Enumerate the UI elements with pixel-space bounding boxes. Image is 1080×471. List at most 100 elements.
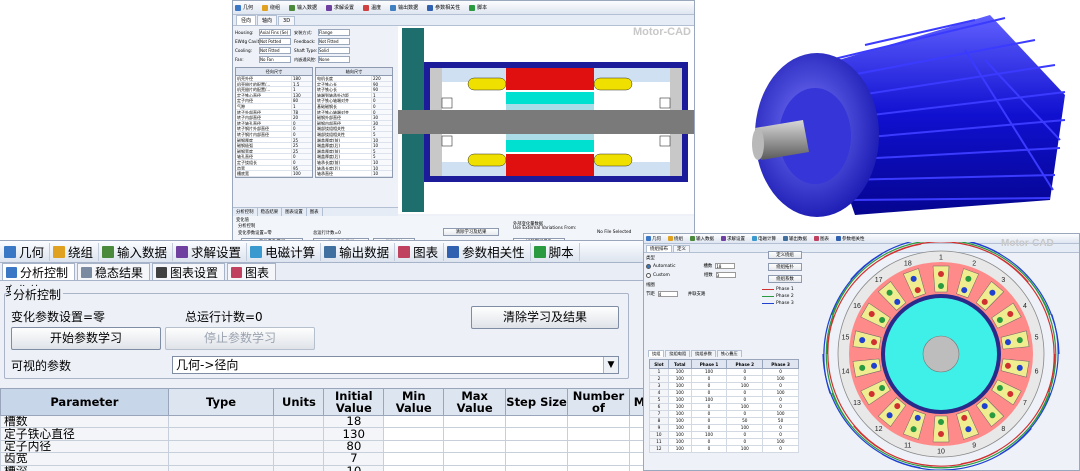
param-name-cell[interactable]: 槽数 <box>0 414 169 429</box>
dimension-value[interactable]: 25 <box>292 137 312 143</box>
grid-cell[interactable]: 130 <box>323 427 385 441</box>
table-row[interactable]: 槽数 18 <box>0 414 650 429</box>
slot-cell[interactable]: 100 <box>667 403 692 411</box>
table-row[interactable]: 定子内径 80 <box>0 439 650 454</box>
tab-settings[interactable]: 图表设置 <box>152 263 226 280</box>
slot-cell[interactable]: 0 <box>762 396 799 404</box>
right-toolbar-item[interactable]: 几何 <box>646 236 661 242</box>
dimension-value[interactable]: 10 <box>372 171 392 176</box>
grid-cell[interactable] <box>567 464 630 471</box>
grid-cell[interactable] <box>273 452 325 466</box>
dimension-value[interactable]: 30 <box>372 115 392 120</box>
grid-cell[interactable] <box>167 439 275 454</box>
grid-cell[interactable] <box>273 427 325 441</box>
dimension-value[interactable]: 5 <box>372 148 392 154</box>
slot-row[interactable]: 11 100 0 0 100 <box>649 438 799 446</box>
dimension-value[interactable]: 95 <box>292 165 312 170</box>
start-parametric-button[interactable]: 开始参数学习 <box>11 327 161 350</box>
slot-cell[interactable]: 5 <box>649 396 669 404</box>
top-toolbar-item[interactable]: 绕组 <box>262 4 280 11</box>
slot-row[interactable]: 10 100 100 0 0 <box>649 431 799 439</box>
grid-cell[interactable] <box>383 452 445 466</box>
grid-tab[interactable]: 绕组参数 <box>691 350 716 357</box>
slot-cell[interactable]: 100 <box>667 375 692 383</box>
slot-cell[interactable]: 10 <box>649 431 669 439</box>
grid-cell[interactable] <box>443 452 507 466</box>
tab-table[interactable]: 稳态结果 <box>77 263 151 280</box>
pitch-input[interactable]: 4 <box>657 291 678 297</box>
slot-cell[interactable]: 0 <box>690 424 728 432</box>
slot-row[interactable]: 8 100 0 50 50 <box>649 417 799 425</box>
dimension-value[interactable]: 0 <box>292 126 312 131</box>
top-toolbar-item[interactable]: 温度 <box>363 4 381 11</box>
slot-cell[interactable]: 9 <box>649 424 669 432</box>
slot-row[interactable]: 7 100 0 0 100 <box>649 410 799 418</box>
slot-cell[interactable]: 100 <box>690 396 728 404</box>
slot-cell[interactable]: 100 <box>667 368 692 376</box>
grid-tab[interactable]: 绕组 <box>648 350 665 357</box>
grid-header[interactable]: Initial Value <box>323 388 385 416</box>
dimension-value[interactable]: 0 <box>292 120 312 126</box>
grid-cell[interactable] <box>273 414 325 429</box>
slot-cell[interactable]: 100 <box>726 382 764 390</box>
dimension-value[interactable]: 5 <box>372 154 392 159</box>
top-bottom-tab[interactable]: 稳态结果 <box>258 208 283 216</box>
grid-cell[interactable] <box>383 427 445 441</box>
dimension-value[interactable]: 1 <box>292 103 312 109</box>
slot-cell[interactable]: 100 <box>726 403 764 411</box>
slot-cell[interactable]: 100 <box>690 431 728 439</box>
param-name-cell[interactable]: 定子铁心直径 <box>0 427 169 441</box>
top-toolbar-item[interactable]: 脚本 <box>469 4 487 11</box>
grid-cell[interactable] <box>167 464 275 471</box>
grid-cell[interactable] <box>567 452 630 466</box>
slot-cell[interactable]: 100 <box>667 410 692 418</box>
top-clear-button[interactable]: 清除学习及结果 <box>443 228 499 236</box>
right-toolbar-item[interactable]: 输入数据 <box>690 236 714 242</box>
top-tab[interactable]: 径向 <box>236 15 257 25</box>
slot-cell[interactable]: 100 <box>667 445 692 453</box>
slot-cell[interactable]: 100 <box>667 424 692 432</box>
slot-cell[interactable]: 0 <box>690 375 728 383</box>
dimension-value[interactable]: 10 <box>372 159 392 165</box>
grid-cell[interactable] <box>383 414 445 429</box>
toolbar-item-input-data[interactable]: 输入数据 <box>99 242 174 261</box>
grid-header[interactable]: Type <box>167 388 275 416</box>
slot-cell[interactable]: 4 <box>649 389 669 397</box>
grid-cell[interactable] <box>443 439 507 454</box>
slot-cell[interactable]: 0 <box>762 431 799 439</box>
dimension-value[interactable]: 0 <box>372 103 392 109</box>
grid-header[interactable]: Number of <box>567 388 630 416</box>
slot-row[interactable]: 4 100 0 0 100 <box>649 389 799 397</box>
slot-cell[interactable]: 0 <box>690 389 728 397</box>
slot-row[interactable]: 12 100 0 100 0 <box>649 445 799 453</box>
slot-cell[interactable]: 0 <box>726 389 764 397</box>
dimension-value[interactable]: 0 <box>372 109 392 115</box>
dimension-value[interactable]: 25 <box>292 143 312 148</box>
winding-factor-button[interactable]: 绕组系数 <box>768 275 802 283</box>
slot-cell[interactable]: 3 <box>649 382 669 390</box>
slot-cell[interactable]: 100 <box>667 438 692 446</box>
slots-input[interactable]: 18 <box>715 263 736 269</box>
toolbar-item-output-data[interactable]: 输出数据 <box>321 242 396 261</box>
dimension-value[interactable]: 1 <box>292 87 312 92</box>
toolbar-item-script[interactable]: 脚本 <box>531 242 580 261</box>
slot-cell[interactable]: 100 <box>762 375 799 383</box>
slot-row[interactable]: 6 100 0 100 0 <box>649 403 799 411</box>
top-toolbar-item[interactable]: 几何 <box>235 4 253 11</box>
radio-automatic[interactable] <box>646 263 651 269</box>
grid-cell[interactable] <box>383 439 445 454</box>
right-toolbar-item[interactable]: 绕组 <box>668 236 683 242</box>
right-toolbar-item[interactable]: 图表 <box>814 236 829 242</box>
slot-cell[interactable]: 0 <box>690 403 728 411</box>
slot-cell[interactable]: 0 <box>690 438 728 446</box>
form-dropdown[interactable]: No Fan <box>259 56 291 63</box>
grid-cell[interactable] <box>505 427 568 441</box>
right-tab[interactable]: 绕组排布 <box>646 245 672 252</box>
dimension-value[interactable]: 100 <box>292 171 312 176</box>
slot-row[interactable]: 9 100 0 100 0 <box>649 424 799 432</box>
dimension-value[interactable]: 10 <box>372 143 392 148</box>
grid-cell[interactable]: 7 <box>323 452 385 466</box>
form-dropdown-2[interactable]: None <box>318 56 350 63</box>
dimension-value[interactable]: 10 <box>372 137 392 143</box>
form-dropdown-2[interactable]: Flange <box>318 29 350 36</box>
